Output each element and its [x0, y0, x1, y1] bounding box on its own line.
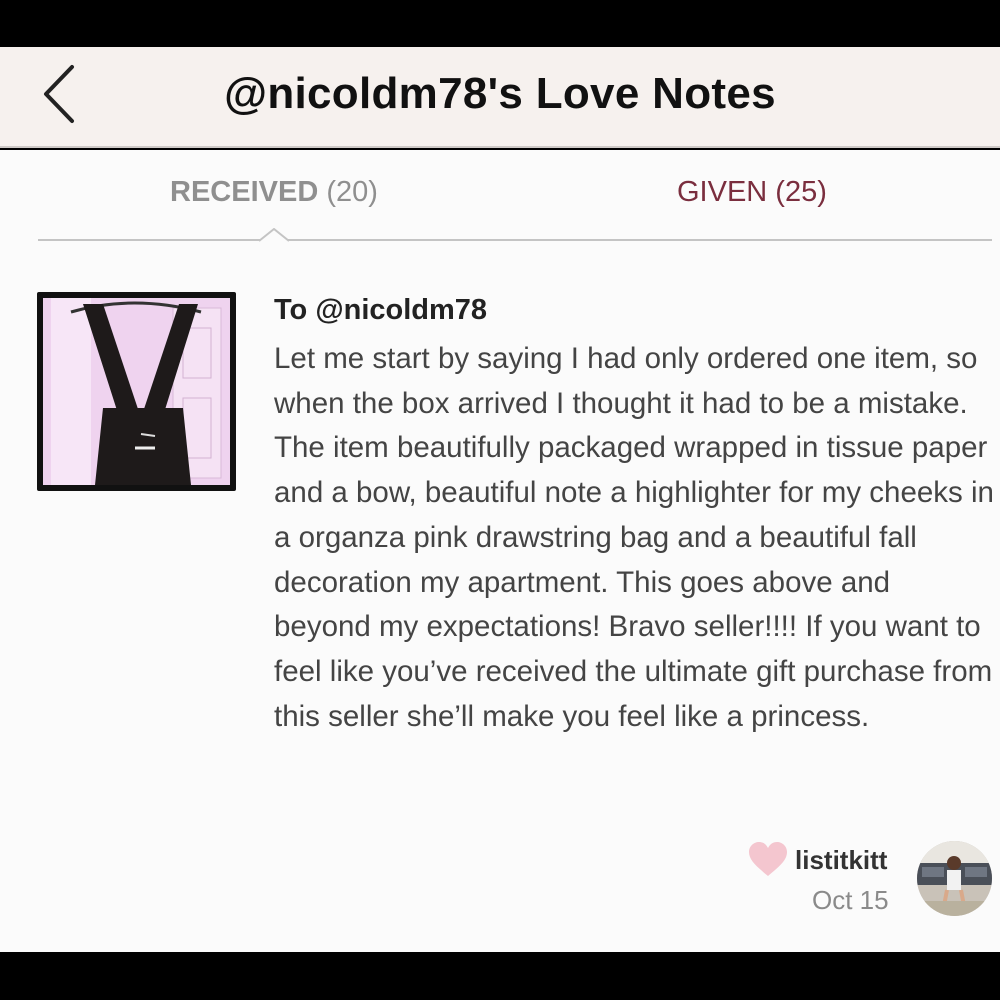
listing-image [43, 298, 230, 485]
note-body: Let me start by saying I had only ordere… [274, 342, 994, 733]
heart-shape [749, 842, 787, 876]
tab-received-label: RECEIVED [170, 176, 319, 208]
tab-divider [38, 239, 992, 241]
app-header: @nicoldm78's Love Notes [0, 47, 1000, 148]
bottom-bar [0, 952, 1000, 1000]
tab-received-count: (20) [326, 176, 378, 208]
active-tab-indicator [259, 228, 289, 242]
page-title: @nicoldm78's Love Notes [224, 69, 776, 118]
avatar-image [917, 841, 992, 916]
note-date: Oct 15 [812, 885, 889, 915]
main-content: RECEIVED (20) GIVEN (25) To @nicoldm78 L… [0, 150, 1000, 952]
tab-given[interactable]: GIVEN (25) [677, 176, 827, 209]
heart-icon[interactable] [748, 842, 788, 878]
avatar[interactable] [917, 841, 992, 916]
tab-bar: RECEIVED (20) GIVEN (25) [0, 150, 1000, 245]
tab-received[interactable]: RECEIVED (20) [170, 176, 378, 209]
status-bar [0, 0, 1000, 47]
author-username[interactable]: listitkitt [795, 845, 887, 876]
note-recipient: To @nicoldm78 [274, 294, 488, 326]
listing-thumbnail[interactable] [37, 292, 236, 491]
